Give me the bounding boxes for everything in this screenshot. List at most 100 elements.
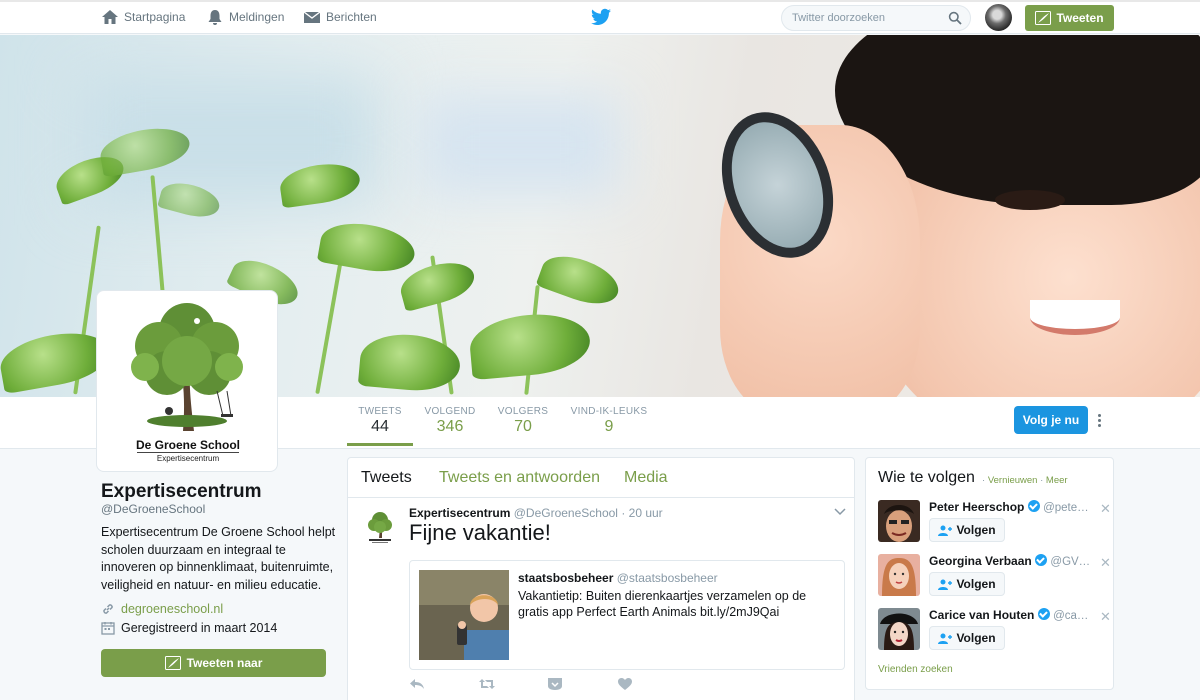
stat-tweets[interactable]: TWEETS 44	[347, 406, 413, 446]
tweet-avatar[interactable]	[361, 508, 399, 546]
tweet-handle[interactable]: @DeGroeneSchool	[514, 506, 618, 520]
timeline-tabs: Tweets Tweets en antwoorden Media	[348, 458, 854, 498]
nav-messages-label: Berichten	[326, 10, 377, 24]
logo-subtitle: Expertisecentrum	[156, 454, 220, 463]
verified-icon	[1037, 608, 1050, 620]
retweet-icon[interactable]	[479, 677, 495, 691]
refresh-link[interactable]: Vernieuwen	[988, 475, 1038, 486]
more-options-icon[interactable]	[1096, 414, 1104, 432]
find-friends-link[interactable]: Vrienden zoeken	[878, 664, 953, 675]
profile-website[interactable]: degroeneschool.nl	[101, 602, 223, 616]
stat-following[interactable]: VOLGEND 346	[422, 406, 478, 436]
dismiss-icon[interactable]: ✕	[1100, 501, 1111, 517]
tweet-header: Expertisecentrum @DeGroeneSchool · 20 uu…	[409, 506, 663, 520]
quoted-author[interactable]: staatsbosbeheer	[518, 571, 613, 585]
suggestion-fullname[interactable]: Peter Heerschop	[929, 500, 1024, 514]
stat-label: VOLGERS	[497, 406, 549, 417]
follow-person-icon	[938, 633, 953, 644]
envelope-icon	[303, 11, 321, 23]
tree-logo-icon	[131, 303, 243, 431]
dismiss-icon[interactable]: ✕	[1100, 555, 1111, 571]
tweet-to-button[interactable]: Tweeten naar	[101, 649, 326, 677]
verified-icon	[1035, 554, 1048, 566]
link-icon	[103, 604, 113, 614]
suggestion-item[interactable]: Carice van Houten @ca… ✕ Volgen	[878, 608, 1111, 658]
timeline: Tweets Tweets en antwoorden Media Expert…	[347, 457, 855, 700]
follow-suggestion-button[interactable]: Volgen	[929, 572, 1005, 596]
search-input[interactable]: Twitter doorzoeken	[781, 5, 971, 31]
stat-value: 44	[371, 418, 389, 435]
follow-person-icon	[938, 525, 953, 536]
tab-media[interactable]: Media	[624, 469, 668, 487]
follow-label: Volgen	[956, 631, 996, 645]
tweet-time[interactable]: 20 uur	[629, 506, 663, 520]
suggestion-item[interactable]: Georgina Verbaan @GV… ✕ Volgen	[878, 554, 1111, 604]
suggestion-handle[interactable]: @GV…	[1050, 556, 1090, 568]
suggestion-handle[interactable]: @ca…	[1053, 610, 1088, 622]
suggestion-fullname[interactable]: Georgina Verbaan	[929, 554, 1032, 568]
follow-suggestion-button[interactable]: Volgen	[929, 626, 1005, 650]
stat-label: VIND-IK-LEUKS	[570, 406, 648, 417]
profile-avatar[interactable]: De Groene School Expertisecentrum	[96, 290, 278, 472]
verified-icon	[1027, 500, 1040, 512]
tweet-author[interactable]: Expertisecentrum	[409, 506, 510, 520]
stat-value: 70	[514, 418, 532, 435]
who-to-follow-title: Wie te volgen	[878, 469, 975, 486]
dm-icon[interactable]	[547, 677, 563, 691]
suggestion-avatar[interactable]	[878, 554, 920, 596]
profile-joined: Geregistreerd in maart 2014	[101, 621, 277, 635]
suggestion-name: Peter Heerschop @pete…	[929, 500, 1099, 514]
quoted-handle[interactable]: @staatsbosbeheer	[617, 571, 718, 585]
quoted-tweet-card[interactable]: staatsbosbeheer @staatsbosbeheer Vakanti…	[409, 560, 845, 670]
profile-handle[interactable]: @DeGroeneSchool	[101, 502, 205, 516]
tab-tweets-replies[interactable]: Tweets en antwoorden	[439, 469, 600, 487]
more-link[interactable]: Meer	[1046, 475, 1068, 486]
heart-icon[interactable]	[617, 677, 633, 691]
tweet-button-label: Tweeten	[1056, 11, 1104, 25]
nav-notifications-label: Meldingen	[229, 10, 285, 24]
links-separator: ·	[982, 475, 986, 486]
home-icon	[102, 10, 118, 24]
follow-label: Volgen	[956, 523, 996, 537]
twitter-bird-icon[interactable]	[591, 8, 611, 26]
tweet-text: Fijne vakantie!	[409, 520, 551, 545]
suggestion-item[interactable]: Peter Heerschop @pete… ✕ Volgen	[878, 500, 1111, 550]
user-avatar[interactable]	[985, 4, 1012, 31]
search-icon[interactable]	[948, 11, 962, 25]
website-link[interactable]: degroeneschool.nl	[121, 602, 223, 616]
stat-followers[interactable]: VOLGERS 70	[496, 406, 550, 436]
profile-name[interactable]: Expertisecentrum	[101, 481, 262, 503]
quoted-tweet-image[interactable]	[419, 570, 509, 660]
tab-tweets[interactable]: Tweets	[361, 469, 412, 487]
follow-button[interactable]: Volg je nu	[1014, 406, 1088, 434]
stat-label: TWEETS	[358, 406, 402, 417]
stat-likes[interactable]: VIND-IK-LEUKS 9	[570, 406, 648, 436]
follow-suggestion-button[interactable]: Volgen	[929, 518, 1005, 542]
reply-icon[interactable]	[409, 677, 425, 691]
follow-person-icon	[938, 579, 953, 590]
tweet-button[interactable]: Tweeten	[1025, 5, 1114, 31]
who-to-follow: Wie te volgen · Vernieuwen · Meer Peter …	[865, 457, 1114, 690]
chevron-down-icon[interactable]	[834, 508, 846, 516]
calendar-icon	[101, 622, 115, 635]
nav-home-label: Startpagina	[124, 10, 186, 24]
suggestion-fullname[interactable]: Carice van Houten	[929, 608, 1034, 622]
suggestion-handle[interactable]: @pete…	[1043, 502, 1089, 514]
suggestion-avatar[interactable]	[878, 500, 920, 542]
tweet-separator: ·	[621, 506, 626, 520]
suggestion-avatar[interactable]	[878, 608, 920, 650]
search-placeholder: Twitter doorzoeken	[792, 12, 885, 24]
dismiss-icon[interactable]: ✕	[1100, 609, 1111, 625]
suggestion-name: Carice van Houten @ca…	[929, 608, 1099, 622]
nav-notifications[interactable]: Meldingen	[206, 7, 284, 27]
follow-label: Volgen	[956, 577, 996, 591]
feather-icon	[164, 656, 181, 670]
nav-home[interactable]: Startpagina	[101, 7, 185, 27]
stat-value: 9	[604, 418, 614, 435]
stat-label: VOLGEND	[424, 406, 476, 417]
stat-value: 346	[436, 418, 464, 435]
logo-name: De Groene School	[135, 438, 241, 452]
nav-messages[interactable]: Berichten	[303, 7, 377, 27]
quoted-text: Vakantietip: Buiten dierenkaartjes verza…	[518, 589, 807, 619]
feather-icon	[1035, 11, 1052, 25]
